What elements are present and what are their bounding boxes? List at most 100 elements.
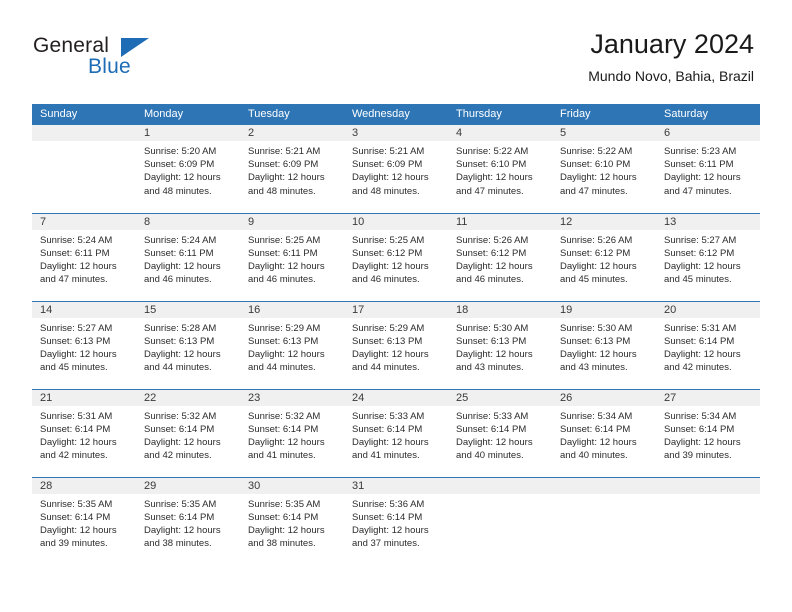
calendar-day-cell[interactable]: 15 Sunrise: 5:28 AM Sunset: 6:13 PM Dayligh… [136,300,240,389]
day-cell-inner: 26 Sunrise: 5:34 AM Sunset: 6:14 PM Dayligh… [552,389,656,477]
day-cell-inner: 23 Sunrise: 5:32 AM Sunset: 6:14 PM Dayligh… [240,389,344,477]
day-number: 6 [656,125,760,141]
sunrise-text: Sunrise: 5:22 AM [456,146,529,157]
day-number: 5 [552,125,656,141]
daylight-text-line2: and 40 minutes. [560,450,628,462]
sunset-text: Sunset: 6:14 PM [664,335,735,347]
calendar-day-cell[interactable]: 12 Sunrise: 5:26 AM Sunset: 6:12 PM Dayligh… [552,212,656,301]
calendar-day-cell[interactable]: 17 Sunrise: 5:29 AM Sunset: 6:13 PM Dayligh… [344,300,448,389]
daylight-text-line1: Daylight: 12 hours [40,348,117,360]
calendar-day-cell[interactable]: 22 Sunrise: 5:32 AM Sunset: 6:14 PM Dayligh… [136,388,240,477]
daylight-text-line1: Daylight: 12 hours [248,260,325,272]
day-number: 10 [344,213,448,230]
calendar-day-cell[interactable]: 21 Sunrise: 5:31 AM Sunset: 6:14 PM Dayligh… [32,388,136,477]
daylight-text-line1: Daylight: 12 hours [664,348,741,360]
calendar-day-cell-empty [656,476,760,565]
calendar-day-cell[interactable]: 8 Sunrise: 5:24 AM Sunset: 6:11 PM Daylight… [136,212,240,301]
sunset-text: Sunset: 6:11 PM [664,159,734,171]
page-subtitle: Mundo Novo, Bahia, Brazil [588,68,754,84]
sunrise-text: Sunrise: 5:20 AM [144,146,217,157]
calendar-day-cell[interactable]: 6 Sunrise: 5:23 AM Sunset: 6:11 PM Daylight… [656,125,760,213]
sunrise-text: Sunrise: 5:27 AM [664,234,737,246]
daylight-text-line2: and 44 minutes. [352,362,420,374]
calendar-day-cell[interactable]: 28 Sunrise: 5:35 AM Sunset: 6:14 PM Dayligh… [32,476,136,565]
daylight-text-line1: Daylight: 12 hours [40,436,117,448]
daylight-text-line1: Daylight: 12 hours [144,524,221,536]
day-number: 30 [240,477,344,494]
sunrise-text: Sunrise: 5:28 AM [144,322,217,334]
day-number: 25 [448,389,552,406]
sunset-text: Sunset: 6:12 PM [456,247,527,259]
daylight-text-line1: Daylight: 12 hours [456,348,533,360]
calendar-day-cell[interactable]: 11 Sunrise: 5:26 AM Sunset: 6:12 PM Dayligh… [448,212,552,301]
day-cell-inner: 16 Sunrise: 5:29 AM Sunset: 6:13 PM Dayligh… [240,301,344,389]
calendar-day-cell[interactable]: 5 Sunrise: 5:22 AM Sunset: 6:10 PM Daylight… [552,125,656,213]
day-cell-inner: 20 Sunrise: 5:31 AM Sunset: 6:14 PM Dayligh… [656,301,760,389]
sunrise-text: Sunrise: 5:30 AM [456,322,529,334]
calendar-day-cell[interactable]: 20 Sunrise: 5:31 AM Sunset: 6:14 PM Dayligh… [656,300,760,389]
calendar-day-cell[interactable]: 31 Sunrise: 5:36 AM Sunset: 6:14 PM Dayligh… [344,476,448,565]
calendar-day-cell[interactable]: 30 Sunrise: 5:35 AM Sunset: 6:14 PM Dayligh… [240,476,344,565]
general-blue-logo[interactable]: General Blue [33,34,213,84]
calendar-week-row: 21 Sunrise: 5:31 AM Sunset: 6:14 PM Dayligh… [32,388,760,477]
daylight-text-line2: and 46 minutes. [352,274,420,286]
calendar-day-cell[interactable]: 1 Sunrise: 5:20 AM Sunset: 6:09 PM Daylight… [136,125,240,213]
weekday-header-saturday: Saturday [656,104,760,125]
calendar-day-cell[interactable]: 18 Sunrise: 5:30 AM Sunset: 6:13 PM Dayligh… [448,300,552,389]
sunset-text: Sunset: 6:14 PM [664,423,735,435]
day-details: Sunrise: 5:25 AM Sunset: 6:11 PM Daylight:… [240,230,344,287]
calendar-day-cell[interactable]: 25 Sunrise: 5:33 AM Sunset: 6:14 PM Dayligh… [448,388,552,477]
day-number: 27 [656,389,760,406]
calendar-day-cell[interactable]: 24 Sunrise: 5:33 AM Sunset: 6:14 PM Dayligh… [344,388,448,477]
sunset-text: Sunset: 6:14 PM [248,511,319,523]
calendar-day-cell[interactable]: 16 Sunrise: 5:29 AM Sunset: 6:13 PM Dayligh… [240,300,344,389]
calendar-day-cell[interactable]: 26 Sunrise: 5:34 AM Sunset: 6:14 PM Dayligh… [552,388,656,477]
calendar-day-cell[interactable]: 10 Sunrise: 5:25 AM Sunset: 6:12 PM Dayligh… [344,212,448,301]
sunset-text: Sunset: 6:14 PM [40,511,111,523]
day-details: Sunrise: 5:33 AM Sunset: 6:14 PM Daylight:… [344,406,448,463]
sunset-text: Sunset: 6:11 PM [248,247,318,259]
sunset-text: Sunset: 6:12 PM [664,247,735,259]
day-number: 7 [32,213,136,230]
day-details: Sunrise: 5:34 AM Sunset: 6:14 PM Daylight:… [552,406,656,463]
daylight-text-line2: and 47 minutes. [40,274,108,286]
day-number: 17 [344,301,448,318]
calendar-day-cell[interactable]: 9 Sunrise: 5:25 AM Sunset: 6:11 PM Daylight… [240,212,344,301]
calendar-day-cell[interactable]: 2 Sunrise: 5:21 AM Sunset: 6:09 PM Daylight… [240,125,344,213]
calendar-day-cell[interactable]: 19 Sunrise: 5:30 AM Sunset: 6:13 PM Dayligh… [552,300,656,389]
day-details: Sunrise: 5:28 AM Sunset: 6:13 PM Daylight:… [136,318,240,375]
day-details: Sunrise: 5:26 AM Sunset: 6:12 PM Daylight:… [448,230,552,287]
daylight-text-line2: and 41 minutes. [248,450,316,462]
sunrise-text: Sunrise: 5:30 AM [560,322,633,334]
sunset-text: Sunset: 6:10 PM [560,159,631,171]
daylight-text-line2: and 43 minutes. [456,362,524,374]
daylight-text-line2: and 48 minutes. [144,185,212,197]
calendar-day-cell[interactable]: 4 Sunrise: 5:22 AM Sunset: 6:10 PM Daylight… [448,125,552,213]
day-number: 31 [344,477,448,494]
day-number: 23 [240,389,344,406]
sunrise-text: Sunrise: 5:24 AM [40,234,113,246]
calendar-day-cell[interactable]: 14 Sunrise: 5:27 AM Sunset: 6:13 PM Dayligh… [32,300,136,389]
sunrise-text: Sunrise: 5:21 AM [352,146,425,157]
daylight-text-line1: Daylight: 12 hours [248,436,325,448]
day-cell-inner: 9 Sunrise: 5:25 AM Sunset: 6:11 PM Daylight… [240,213,344,301]
day-details: Sunrise: 5:20 AM Sunset: 6:09 PM Daylight:… [136,141,240,198]
daylight-text-line2: and 41 minutes. [352,450,420,462]
logo-word-blue: Blue [88,55,131,78]
calendar-day-cell[interactable]: 23 Sunrise: 5:32 AM Sunset: 6:14 PM Dayligh… [240,388,344,477]
sunrise-text: Sunrise: 5:26 AM [560,234,633,246]
sunrise-text: Sunrise: 5:33 AM [352,410,425,422]
day-number: 16 [240,301,344,318]
day-number: 11 [448,213,552,230]
calendar-day-cell[interactable]: 13 Sunrise: 5:27 AM Sunset: 6:12 PM Dayligh… [656,212,760,301]
sunset-text: Sunset: 6:14 PM [248,423,319,435]
day-details: Sunrise: 5:22 AM Sunset: 6:10 PM Daylight:… [448,141,552,198]
calendar-day-cell[interactable]: 3 Sunrise: 5:21 AM Sunset: 6:09 PM Daylight… [344,125,448,213]
day-details: Sunrise: 5:33 AM Sunset: 6:14 PM Daylight:… [448,406,552,463]
daylight-text-line1: Daylight: 12 hours [352,172,429,184]
day-cell-inner: 7 Sunrise: 5:24 AM Sunset: 6:11 PM Daylight… [32,213,136,301]
daylight-text-line2: and 42 minutes. [664,362,732,374]
calendar-day-cell[interactable]: 29 Sunrise: 5:35 AM Sunset: 6:14 PM Dayligh… [136,476,240,565]
calendar-day-cell[interactable]: 7 Sunrise: 5:24 AM Sunset: 6:11 PM Daylight… [32,212,136,301]
calendar-day-cell[interactable]: 27 Sunrise: 5:34 AM Sunset: 6:14 PM Dayligh… [656,388,760,477]
